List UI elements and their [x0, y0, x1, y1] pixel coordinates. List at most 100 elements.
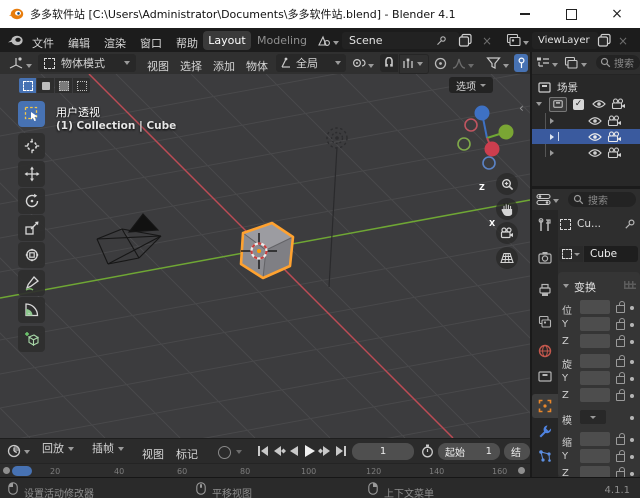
tab-tool-icon[interactable] [538, 218, 552, 233]
select-mode-intersect[interactable] [73, 78, 90, 93]
jump-to-start-button[interactable] [256, 445, 270, 457]
eye-icon[interactable] [592, 99, 606, 109]
select-mode-extend[interactable] [37, 78, 54, 93]
menu-window[interactable]: 窗口 [140, 35, 162, 51]
lock-icon[interactable] [616, 372, 625, 384]
value-field[interactable] [580, 334, 610, 348]
properties-editor-chevron-icon[interactable] [553, 199, 559, 203]
lock-icon[interactable] [616, 433, 625, 445]
scene-type-icon[interactable] [317, 34, 331, 47]
maximize-button[interactable] [548, 0, 594, 28]
animate-dot[interactable] [630, 323, 634, 327]
render-camera-icon[interactable] [611, 98, 626, 110]
options-dropdown[interactable]: 选项 [449, 77, 493, 93]
prev-keyframe-button[interactable] [272, 445, 286, 457]
outliner-mode-chevron-icon[interactable] [552, 63, 558, 67]
animate-dot[interactable] [630, 394, 634, 398]
timeline-editor-chevron-icon[interactable] [24, 450, 30, 454]
tool-rotate[interactable] [18, 188, 45, 214]
falloff-curve-icon[interactable] [452, 58, 466, 69]
timeline-scrubber[interactable]: 20 40 60 80 100 120 140 160 [0, 463, 530, 478]
panel-drag-dots[interactable] [624, 281, 636, 289]
menu-edit[interactable]: 编辑 [68, 35, 90, 51]
tab-layout[interactable]: Layout [203, 31, 251, 50]
camera-view-button[interactable] [496, 222, 518, 244]
menu-view[interactable]: 视图 [147, 58, 169, 74]
transform-row-mode[interactable]: 模 [558, 410, 640, 427]
object-type-dropdown[interactable] [559, 246, 583, 262]
select-mode-new[interactable] [19, 78, 36, 93]
viewlayer-type-icon[interactable] [506, 33, 521, 47]
viewlayer-chevron-icon[interactable] [523, 41, 529, 45]
pan-button[interactable] [496, 198, 518, 220]
transform-panel-title[interactable]: 变换 [574, 279, 596, 295]
close-button[interactable]: × [594, 0, 640, 28]
tab-output-icon[interactable] [538, 283, 552, 297]
menu-add[interactable]: 添加 [213, 58, 235, 74]
current-frame-field[interactable]: 1 [352, 443, 414, 460]
transform-expand-icon[interactable] [563, 284, 569, 288]
tool-transform[interactable] [18, 242, 45, 268]
value-field[interactable] [580, 449, 610, 463]
scrubber-handle-left[interactable] [3, 467, 10, 474]
pin-icon[interactable] [436, 35, 447, 46]
overlays-toggle[interactable] [514, 54, 528, 72]
transform-row[interactable]: Z [558, 334, 640, 348]
value-field[interactable] [580, 388, 610, 402]
transform-row[interactable]: Z [558, 388, 640, 402]
lock-icon[interactable] [616, 450, 625, 462]
transform-row[interactable]: 位 [558, 300, 640, 317]
pin-icon[interactable] [624, 218, 636, 230]
lock-icon[interactable] [616, 355, 625, 367]
tab-physics-icon[interactable] [538, 449, 552, 463]
value-field[interactable] [580, 300, 610, 314]
animate-dot[interactable] [630, 438, 634, 442]
eye-icon[interactable] [588, 116, 602, 126]
tab-collection-icon[interactable] [538, 370, 552, 382]
show-gizmo-filter-icon[interactable] [486, 56, 501, 70]
gizmo-z-label[interactable]: Z [479, 183, 485, 192]
viewlayer-field[interactable]: ViewLayer [532, 32, 598, 49]
transform-row[interactable]: 旋 [558, 354, 640, 371]
scrubber-handle-right[interactable] [518, 467, 525, 474]
unlink-scene-icon[interactable]: × [482, 34, 492, 48]
timeline-editor-icon[interactable] [7, 444, 21, 458]
current-frame-marker[interactable] [12, 466, 32, 476]
toggle-perspective-button[interactable] [496, 247, 518, 269]
outliner-row-object-1[interactable] [532, 113, 640, 128]
outliner-row-object-selected[interactable] [532, 129, 640, 144]
collection-expand-icon[interactable] [536, 102, 542, 106]
tab-render-icon[interactable] [538, 251, 552, 265]
rotation-mode-dropdown[interactable] [580, 410, 606, 424]
stopwatch-icon[interactable] [421, 444, 434, 458]
tab-world-icon[interactable] [538, 344, 552, 358]
tool-annotate[interactable] [18, 270, 45, 296]
value-field[interactable] [580, 371, 610, 385]
outliner-search-field[interactable]: 搜索 [596, 55, 640, 70]
value-field[interactable] [580, 317, 610, 331]
menu-render[interactable]: 渲染 [104, 35, 126, 51]
transform-row[interactable]: Y [558, 317, 640, 331]
animate-dot[interactable] [630, 360, 634, 364]
outliner-filter-chevron-icon[interactable] [581, 63, 587, 67]
tool-add-cube[interactable] [18, 326, 45, 352]
proportional-edit-icon[interactable] [434, 57, 447, 70]
editor-type-chevron-icon[interactable] [26, 64, 32, 68]
autokey-chevron-icon[interactable] [236, 450, 242, 454]
lock-icon[interactable] [616, 301, 625, 313]
animate-dot[interactable] [630, 306, 634, 310]
orientation-dropdown[interactable]: 全局 [276, 54, 346, 72]
outliner-display-mode-icon[interactable] [536, 56, 550, 69]
collapse-sidebar-icon[interactable]: ‹ [519, 101, 524, 115]
transform-row[interactable]: Y [558, 371, 640, 385]
pivot-point-icon[interactable] [352, 57, 366, 70]
render-camera-icon[interactable] [607, 146, 622, 159]
tool-measure[interactable] [18, 297, 45, 323]
tool-select-box[interactable] [18, 101, 45, 127]
tab-viewlayer-icon[interactable] [538, 315, 552, 329]
outliner-filter-icon[interactable] [564, 56, 579, 70]
outliner-row-collection[interactable]: ✓ [532, 96, 640, 112]
animate-dot[interactable] [630, 416, 634, 420]
animate-dot[interactable] [630, 377, 634, 381]
outliner-row-scene[interactable]: 场景 [532, 79, 640, 95]
